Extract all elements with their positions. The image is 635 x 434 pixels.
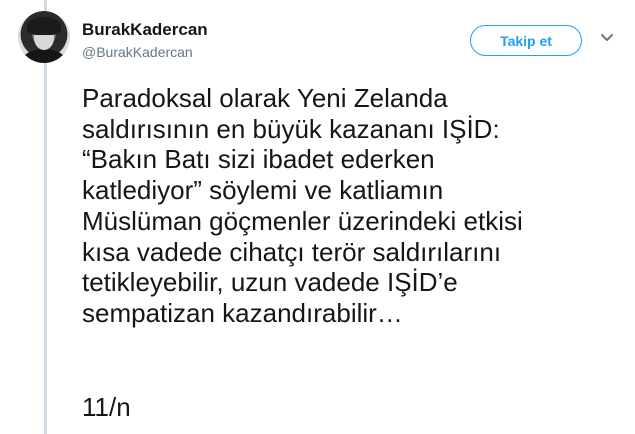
chevron-down-icon[interactable] bbox=[600, 33, 614, 43]
author-avatar[interactable] bbox=[18, 11, 70, 63]
follow-button[interactable]: Takip et bbox=[470, 25, 582, 56]
author-handle[interactable]: @BurakKadercan bbox=[82, 44, 193, 60]
thread-counter: 11/n bbox=[82, 392, 131, 422]
author-name[interactable]: BurakKadercan bbox=[82, 20, 208, 40]
avatar-hair bbox=[27, 17, 61, 35]
thread-connector-line bbox=[44, 0, 47, 434]
tweet-text: Paradoksal olarak Yeni Zelanda saldırısı… bbox=[82, 83, 523, 328]
avatar-shoulders bbox=[22, 49, 66, 63]
